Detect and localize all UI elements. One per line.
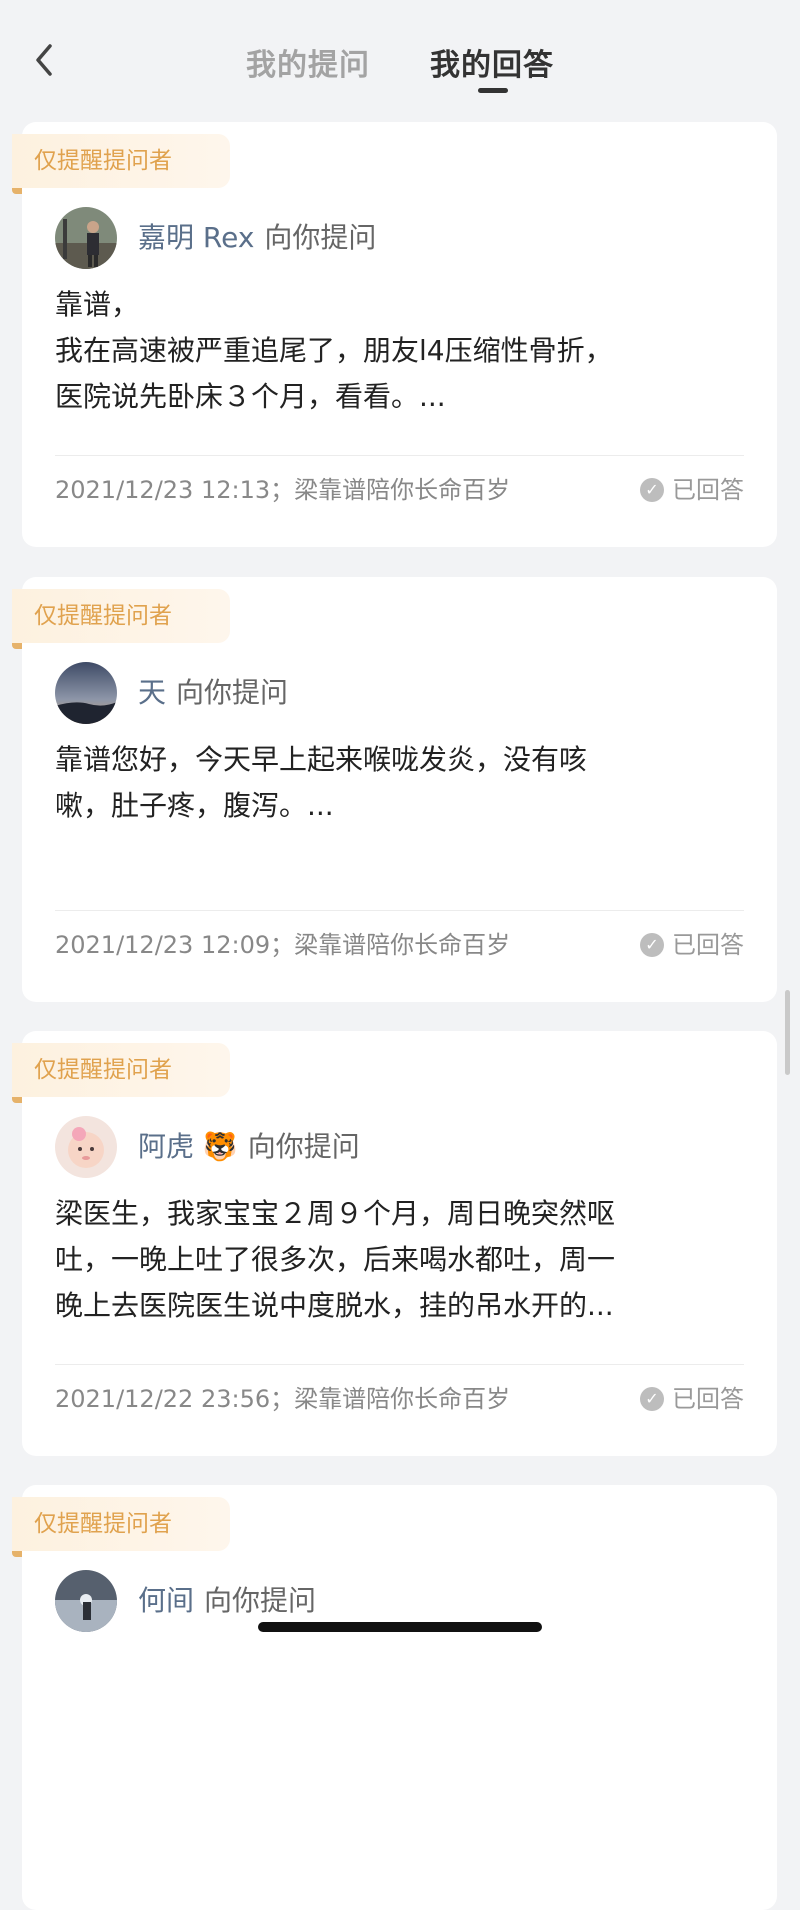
question-card[interactable]: 仅提醒提问者 阿虎 🐯 向你提问 梁医生，我家宝宝２周９个月，周日晚突然呕 吐，一… — [12, 1031, 777, 1456]
question-card[interactable]: 仅提醒提问者 何间 向你提问 — [12, 1485, 777, 1910]
check-circle-icon: ✓ — [640, 1387, 664, 1411]
avatar — [55, 662, 117, 724]
asker-suffix: 向你提问 — [176, 676, 289, 709]
status-label: 已回答 — [672, 931, 744, 959]
asker-suffix: 向你提问 — [264, 221, 377, 254]
scrollbar[interactable] — [785, 990, 790, 1075]
question-meta: 2021/12/23 12:13；梁靠谱陪你长命百岁 — [55, 476, 511, 504]
tab-my-questions[interactable]: 我的提问 — [246, 40, 370, 84]
notify-asker-badge: 仅提醒提问者 — [12, 134, 230, 194]
check-circle-icon: ✓ — [640, 933, 664, 957]
answered-status: ✓ 已回答 — [640, 925, 744, 965]
top-nav: 我的提问 我的回答 — [0, 0, 800, 120]
divider — [55, 455, 744, 456]
avatar — [55, 1570, 117, 1632]
notify-asker-badge: 仅提醒提问者 — [12, 1043, 230, 1103]
asker-line: 嘉明 Rex 向你提问 — [138, 218, 376, 258]
back-button[interactable] — [30, 40, 60, 80]
tab-my-answers[interactable]: 我的回答 — [430, 40, 554, 84]
asker-line: 天向你提问 — [138, 673, 288, 713]
question-meta: 2021/12/22 23:56；梁靠谱陪你长命百岁 — [55, 1385, 511, 1413]
asker-name[interactable]: 阿虎 🐯 — [138, 1130, 238, 1163]
divider — [55, 1364, 744, 1365]
notify-asker-badge: 仅提醒提问者 — [12, 1497, 230, 1557]
asker-suffix: 向你提问 — [204, 1584, 317, 1617]
question-text[interactable]: 靠谱， 我在高速被严重追尾了，朋友l4压缩性骨折， 医院说先卧床３个月，看看。.… — [55, 282, 745, 420]
home-indicator[interactable] — [258, 1622, 542, 1632]
question-text[interactable]: 梁医生，我家宝宝２周９个月，周日晚突然呕 吐，一晚上吐了很多次，后来喝水都吐，周… — [55, 1191, 745, 1329]
active-tab-indicator — [478, 88, 508, 93]
asker-name[interactable]: 嘉明 Rex — [138, 221, 254, 254]
check-circle-icon: ✓ — [640, 478, 664, 502]
avatar — [55, 1116, 117, 1178]
asker-suffix: 向你提问 — [247, 1130, 360, 1163]
asker-name[interactable]: 何间 — [138, 1584, 194, 1617]
question-meta: 2021/12/23 12:09；梁靠谱陪你长命百岁 — [55, 931, 511, 959]
question-text[interactable]: 靠谱您好，今天早上起来喉咙发炎，没有咳 嗽，肚子疼，腹泻。... — [55, 737, 745, 829]
answered-status: ✓ 已回答 — [640, 470, 744, 510]
asker-line: 阿虎 🐯 向你提问 — [138, 1127, 360, 1167]
avatar — [55, 207, 117, 269]
question-card[interactable]: 仅提醒提问者 天向你提问 靠谱您好，今天早上起来喉咙发炎，没有咳 嗽，肚子疼，腹… — [12, 577, 777, 1002]
question-card[interactable]: 仅提醒提问者 嘉明 Rex 向你提问 靠谱， 我在高速被严重追尾了，朋友l4压缩性… — [12, 122, 777, 547]
asker-line: 何间 向你提问 — [138, 1581, 316, 1621]
status-label: 已回答 — [672, 1385, 744, 1413]
status-label: 已回答 — [672, 476, 744, 504]
divider — [55, 910, 744, 911]
answered-status: ✓ 已回答 — [640, 1379, 744, 1419]
chevron-left-icon — [36, 44, 52, 76]
notify-asker-badge: 仅提醒提问者 — [12, 589, 230, 649]
asker-name[interactable]: 天 — [138, 676, 166, 709]
